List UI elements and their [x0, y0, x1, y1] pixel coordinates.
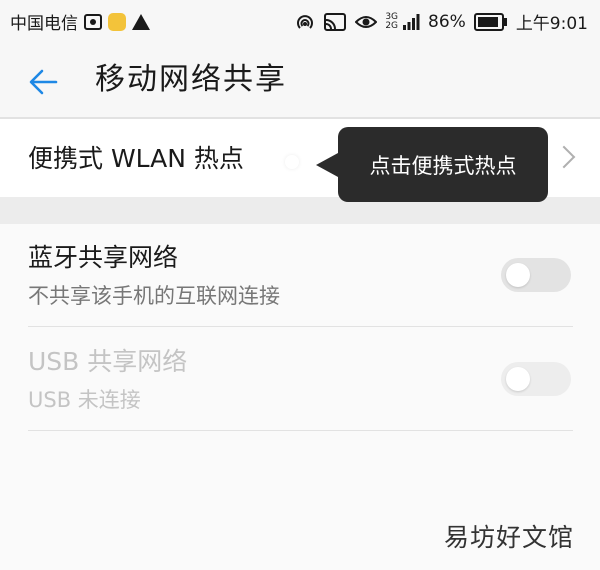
status-bar: 中国电信 3G 2G 86% 上午9:01	[0, 0, 600, 40]
back-button[interactable]	[22, 60, 66, 104]
item-subtitle: 不共享该手机的互联网连接	[28, 284, 280, 308]
status-left: 中国电信	[10, 9, 150, 34]
clock: 上午9:01	[515, 14, 588, 34]
item-title: 蓝牙共享网络	[28, 243, 179, 272]
cast-icon	[323, 12, 347, 32]
battery-icon	[473, 12, 508, 31]
warning-icon	[132, 13, 150, 30]
hotspot-label: 便携式 WLAN 热点	[28, 144, 244, 173]
usb-tethering-item: USB 共享网络 USB 未连接	[28, 328, 573, 432]
watermark: 易坊好文馆	[443, 523, 574, 552]
toggle-knob	[506, 263, 530, 287]
screen-record-icon	[84, 13, 102, 30]
page-title: 移动网络共享	[95, 62, 287, 97]
usb-tethering-toggle	[501, 362, 571, 396]
hint-tooltip: 点击便携式热点	[316, 127, 548, 202]
arrow-left-icon	[29, 69, 58, 95]
bluetooth-tethering-toggle[interactable]	[501, 258, 571, 292]
signal-icon	[402, 13, 420, 31]
list-divider	[28, 430, 573, 431]
item-subtitle: USB 未连接	[28, 388, 141, 412]
tooltip-text: 点击便携式热点	[369, 153, 517, 178]
app-notification-icon	[108, 12, 126, 31]
chevron-right-icon	[552, 145, 576, 169]
status-right: 3G 2G 86% 上午9:01	[295, 9, 588, 34]
item-title: USB 共享网络	[28, 347, 188, 376]
touch-indicator	[285, 155, 299, 169]
hotspot-icon	[295, 12, 315, 32]
network-type: 3G 2G	[385, 11, 399, 31]
app-bar: 移动网络共享	[0, 40, 600, 118]
eye-comfort-icon	[355, 13, 378, 31]
list-divider	[28, 326, 573, 327]
battery-percent: 86%	[428, 11, 466, 32]
carrier-label: 中国电信	[10, 14, 78, 34]
toggle-knob	[506, 367, 530, 391]
bluetooth-tethering-item[interactable]: 蓝牙共享网络 不共享该手机的互联网连接	[28, 224, 573, 328]
